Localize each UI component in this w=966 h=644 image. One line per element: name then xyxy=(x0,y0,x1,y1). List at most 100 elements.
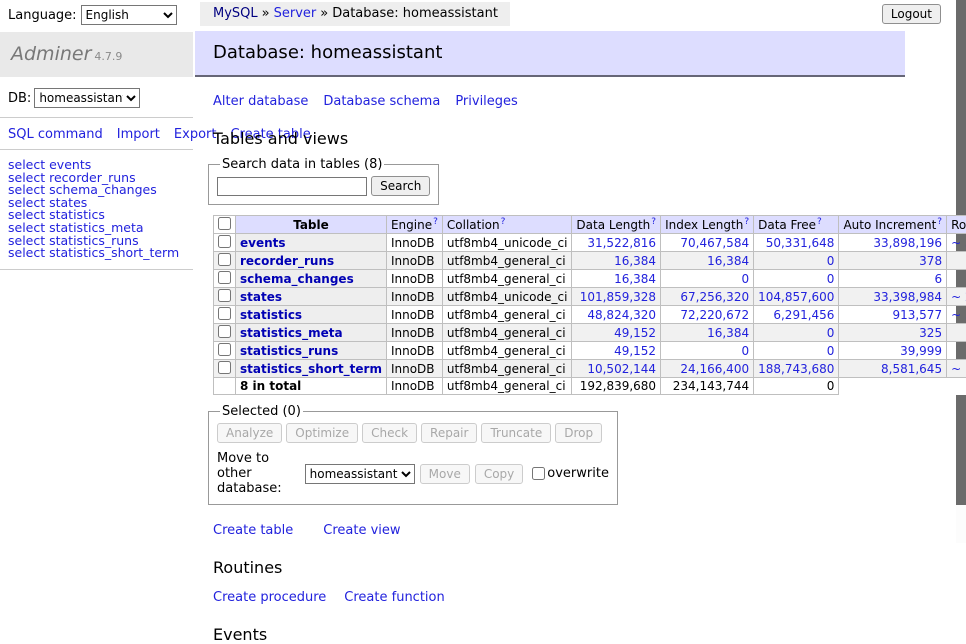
db-select[interactable]: homeassistant xyxy=(34,88,140,108)
adminer-logo[interactable]: Adminer4.7.9 xyxy=(0,32,193,77)
column-header-label: Engine xyxy=(391,218,432,232)
check-button[interactable]: Check xyxy=(362,423,417,443)
value-link[interactable]: 101,859,328 xyxy=(580,290,656,304)
create-table-link[interactable]: Create table xyxy=(213,523,293,538)
repair-button[interactable]: Repair xyxy=(421,423,477,443)
table-name-link[interactable]: statistics_meta xyxy=(240,326,343,340)
value-link[interactable]: 16,384 xyxy=(707,254,749,268)
column-help-link[interactable]: ? xyxy=(501,217,506,227)
value-link[interactable]: 31,522,816 xyxy=(587,236,656,250)
value-link[interactable]: 325 xyxy=(919,326,942,340)
value-link[interactable]: 378 xyxy=(919,254,942,268)
value-link[interactable]: ~ 312,180 xyxy=(951,236,966,250)
value-link[interactable]: 913,577 xyxy=(892,308,942,322)
row-checkbox[interactable] xyxy=(218,271,231,284)
column-header-label: Data Free xyxy=(758,218,816,232)
search-input[interactable] xyxy=(217,177,367,196)
value-link[interactable]: 0 xyxy=(827,326,835,340)
table-name-link[interactable]: statistics_short_term xyxy=(240,362,382,376)
column-help-link[interactable]: ? xyxy=(937,217,942,227)
alter-database-link[interactable]: Alter database xyxy=(213,94,308,109)
value-link[interactable]: 16,384 xyxy=(614,254,656,268)
breadcrumb-separator: » xyxy=(262,6,270,21)
value-link[interactable]: 6,291,456 xyxy=(773,308,834,322)
column-help-link[interactable]: ? xyxy=(651,217,656,227)
table-name-link[interactable]: statistics_runs xyxy=(240,344,338,358)
value-link[interactable]: ~ 136,108 xyxy=(951,362,966,376)
value-link[interactable]: 10,502,144 xyxy=(587,362,656,376)
value-link[interactable]: 0 xyxy=(827,344,835,358)
breadcrumb-mysql-link[interactable]: MySQL xyxy=(213,6,258,21)
table-name-link[interactable]: schema_changes xyxy=(240,272,354,286)
cell-data_free: 0 xyxy=(754,270,839,288)
value-link[interactable]: 72,220,672 xyxy=(680,308,749,322)
value-link[interactable]: 8,581,645 xyxy=(881,362,942,376)
value-link[interactable]: 48,824,320 xyxy=(587,308,656,322)
row-checkbox[interactable] xyxy=(218,325,231,338)
row-checkbox[interactable] xyxy=(218,235,231,248)
truncate-button[interactable]: Truncate xyxy=(481,423,551,443)
value-link[interactable]: 16,384 xyxy=(614,272,656,286)
row-checkbox[interactable] xyxy=(218,253,231,266)
row-checkbox[interactable] xyxy=(218,361,231,374)
value-link[interactable]: ~ 569,159 xyxy=(951,308,966,322)
cell-engine: InnoDB xyxy=(386,252,442,270)
privileges-link[interactable]: Privileges xyxy=(455,94,518,109)
database-schema-link[interactable]: Database schema xyxy=(323,94,440,109)
value-link[interactable]: 16,384 xyxy=(707,326,749,340)
row-checkbox[interactable] xyxy=(218,343,231,356)
row-checkbox[interactable] xyxy=(218,289,231,302)
column-help-link[interactable]: ? xyxy=(817,217,822,227)
search-button[interactable]: Search xyxy=(371,176,430,196)
value-link[interactable]: 0 xyxy=(827,272,835,286)
create-function-link[interactable]: Create function xyxy=(344,590,444,605)
value-link[interactable]: 6 xyxy=(934,272,942,286)
value-link[interactable]: 33,398,984 xyxy=(873,290,942,304)
table-name-link[interactable]: recorder_runs xyxy=(240,254,334,268)
cell-collation: utf8mb4_general_ci xyxy=(442,360,572,378)
create-view-link[interactable]: Create view xyxy=(323,523,400,538)
table-name-link[interactable]: events xyxy=(240,236,286,250)
value-link[interactable]: 0 xyxy=(827,254,835,268)
move-button[interactable]: Move xyxy=(420,464,470,484)
copy-button[interactable]: Copy xyxy=(475,464,523,484)
value-link[interactable]: 188,743,680 xyxy=(758,362,834,376)
value-link[interactable]: 50,331,648 xyxy=(766,236,835,250)
value-link[interactable]: 70,467,584 xyxy=(680,236,749,250)
value-link[interactable]: 39,999 xyxy=(900,344,942,358)
value-link[interactable]: 104,857,600 xyxy=(758,290,834,304)
table-row: recorder_runsInnoDButf8mb4_general_ci16,… xyxy=(214,252,966,270)
optimize-button[interactable]: Optimize xyxy=(286,423,358,443)
value-link[interactable]: 24,166,400 xyxy=(680,362,749,376)
table-name-link[interactable]: states xyxy=(240,290,282,304)
language-select[interactable]: English xyxy=(81,5,177,25)
table-name-link[interactable]: statistics xyxy=(240,308,302,322)
total-name-cell: 8 in total xyxy=(236,378,387,395)
column-help-link[interactable]: ? xyxy=(744,217,749,227)
row-checkbox-cell xyxy=(214,288,236,306)
overwrite-checkbox[interactable] xyxy=(532,467,545,480)
sidebar-item-import[interactable]: Import xyxy=(117,127,160,142)
row-checkbox[interactable] xyxy=(218,307,231,320)
cell-collation: utf8mb4_unicode_ci xyxy=(442,288,572,306)
value-link[interactable]: 49,152 xyxy=(614,344,656,358)
table-name-cell: events xyxy=(236,234,387,252)
value-link[interactable]: 67,256,320 xyxy=(680,290,749,304)
sidebar-item-select-table[interactable]: select statistics_short_term xyxy=(8,247,193,260)
value-link[interactable]: 0 xyxy=(741,272,749,286)
create-procedure-link[interactable]: Create procedure xyxy=(213,590,326,605)
drop-button[interactable]: Drop xyxy=(555,423,602,443)
select-all-checkbox[interactable] xyxy=(218,217,231,230)
move-database-select[interactable]: homeassistant xyxy=(305,464,415,484)
sidebar-item-sql-command[interactable]: SQL command xyxy=(8,127,103,142)
breadcrumb-server-link[interactable]: Server xyxy=(274,6,317,21)
column-help-link[interactable]: ? xyxy=(433,217,438,227)
column-header-rows: Rows? xyxy=(947,216,966,234)
cell-auto_increment: 6 xyxy=(839,270,947,288)
value-link[interactable]: ~ 299,833 xyxy=(951,290,966,304)
cell-index_length: 24,166,400 xyxy=(661,360,754,378)
analyze-button[interactable]: Analyze xyxy=(217,423,282,443)
value-link[interactable]: 49,152 xyxy=(614,326,656,340)
value-link[interactable]: 0 xyxy=(741,344,749,358)
value-link[interactable]: 33,898,196 xyxy=(873,236,942,250)
